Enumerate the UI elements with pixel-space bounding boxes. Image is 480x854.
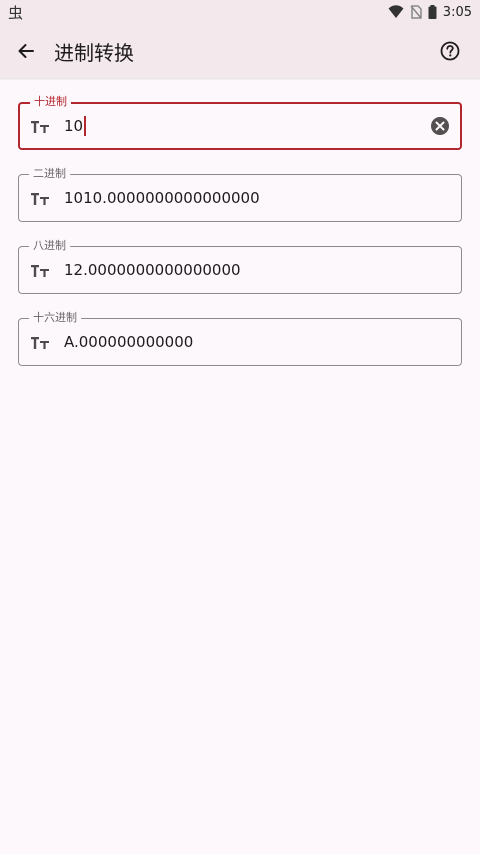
conversion-fields: 十进制 10 二进制 1010.0000000000000000 八进制 12.…	[18, 95, 462, 390]
app-notification-icon: 虫	[8, 3, 24, 22]
help-button[interactable]	[426, 27, 474, 75]
status-left: 虫	[8, 2, 23, 23]
text-size-icon	[29, 332, 51, 354]
app-bar: 进制转换	[0, 24, 480, 78]
help-circle-icon	[440, 41, 460, 61]
decimal-field[interactable]: 十进制 10	[18, 95, 462, 150]
octal-field[interactable]: 八进制 12.0000000000000000	[18, 239, 462, 294]
binary-field[interactable]: 二进制 1010.0000000000000000	[18, 167, 462, 222]
text-size-icon	[29, 116, 51, 138]
hex-input[interactable]: A.000000000000	[64, 319, 193, 365]
binary-input[interactable]: 1010.0000000000000000	[64, 175, 260, 221]
status-time: 3:05	[442, 4, 472, 20]
no-sim-icon	[410, 5, 422, 19]
binary-value: 1010.0000000000000000	[64, 189, 260, 207]
clear-button[interactable]	[429, 115, 451, 137]
text-caret	[84, 116, 86, 136]
back-button[interactable]	[2, 27, 50, 75]
page-title: 进制转换	[54, 40, 134, 65]
decimal-input[interactable]: 10	[64, 104, 86, 148]
hex-value: A.000000000000	[64, 333, 194, 351]
arrow-left-icon	[16, 41, 36, 61]
clear-circle-icon	[430, 116, 450, 136]
text-size-icon	[29, 260, 51, 282]
battery-icon	[428, 5, 437, 19]
text-size-icon	[29, 188, 51, 210]
decimal-value: 10	[64, 117, 84, 135]
hex-field[interactable]: 十六进制 A.000000000000	[18, 311, 462, 366]
status-bar: 虫 3:05	[0, 0, 480, 24]
wifi-icon	[388, 5, 404, 19]
octal-input[interactable]: 12.0000000000000000	[64, 247, 241, 293]
status-right: 3:05	[388, 5, 472, 20]
octal-value: 12.0000000000000000	[64, 261, 241, 279]
